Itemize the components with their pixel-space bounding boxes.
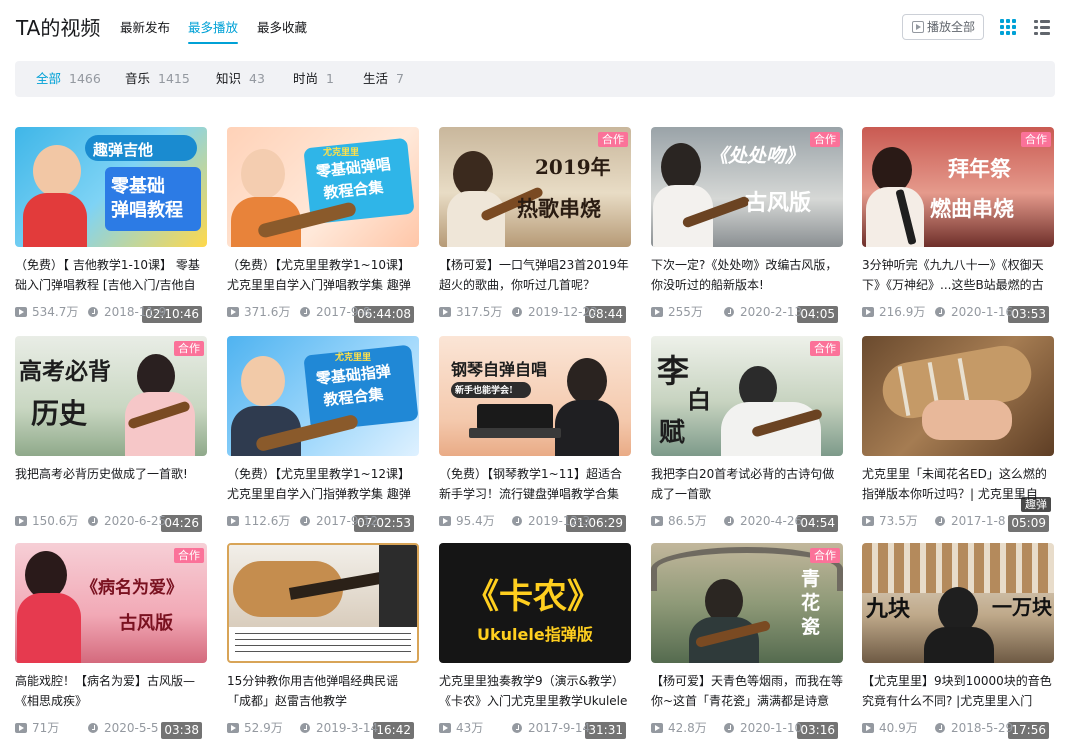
- video-meta: 52.9万 2019-3-14: [227, 719, 419, 737]
- video-meta: 40.9万 2018-5-29: [862, 719, 1054, 737]
- sort-tab-latest[interactable]: 最新发布: [120, 20, 170, 36]
- video-meta: 95.4万 2019-12-3: [439, 512, 631, 530]
- page-title: TA的视频: [16, 16, 101, 40]
- play-count-icon: [15, 307, 27, 317]
- clock-icon: [935, 307, 945, 317]
- play-count-icon: [439, 307, 451, 317]
- video-meta: 42.8万 2020-1-10: [651, 719, 843, 737]
- video-thumbnail[interactable]: 《卡农》 Ukulele指弹版: [439, 543, 631, 663]
- video-card[interactable]: 《卡农》 Ukulele指弹版 31:31 尤克里里独奏教学9（演示&教学）《卡…: [439, 543, 631, 743]
- clock-icon: [88, 307, 98, 317]
- video-meta: 86.5万 2020-4-26: [651, 512, 843, 530]
- grid-view-icon[interactable]: [1000, 19, 1016, 35]
- category-filter-bar: 全部 1466 音乐 1415 知识 43 时尚 1 生活 7: [15, 61, 1055, 97]
- video-title[interactable]: （免费）【尤克里里教学1~10课】尤克里里自学入门弹唱教学集 趣弹: [227, 255, 419, 295]
- video-meta: 371.6万 2017-9-8: [227, 303, 419, 321]
- video-title[interactable]: 高能戏腔！【病名为爱】古风版—《相思成疾》: [15, 671, 207, 711]
- video-thumbnail[interactable]: 趣弹吉他 零基础 弹唱教程: [15, 127, 207, 247]
- filter-life[interactable]: 生活 7: [363, 71, 404, 87]
- clock-icon: [512, 516, 522, 526]
- video-card[interactable]: 高考必背 历史 合作 04:26 我把高考必背历史做成了一首歌! 150.6万 2…: [15, 336, 207, 536]
- video-card[interactable]: 尤克里里 零基础指弹 教程合集 07:02:53 （免费）【尤克里里教学1~12…: [227, 336, 419, 536]
- video-thumbnail[interactable]: 九块 一万块: [862, 543, 1054, 663]
- video-card[interactable]: 拜年祭 燃曲串烧 合作 03:53 3分钟听完《九九八十一》《权御天下》《万神纪…: [862, 127, 1054, 327]
- play-icon: [912, 21, 924, 33]
- collab-tag: 合作: [174, 341, 204, 356]
- video-card[interactable]: 《病名为爱》 古风版 合作 03:38 高能戏腔！【病名为爱】古风版—《相思成疾…: [15, 543, 207, 743]
- clock-icon: [724, 516, 734, 526]
- video-title[interactable]: 尤克里里独奏教学9（演示&教学）《卡农》入门尤克里里教学Ukulele: [439, 671, 631, 711]
- video-title[interactable]: 我把高考必背历史做成了一首歌!: [15, 464, 207, 504]
- clock-icon: [300, 516, 310, 526]
- video-title[interactable]: 【杨可爱】天青色等烟雨，而我在等你~这首「青花瓷」满满都是诗意: [651, 671, 843, 711]
- video-thumbnail[interactable]: 钢琴自弹自唱 新手也能学会!: [439, 336, 631, 456]
- play-count-icon: [227, 307, 239, 317]
- sort-tab-most-favorited[interactable]: 最多收藏: [257, 20, 307, 36]
- play-all-label: 播放全部: [927, 20, 976, 34]
- video-title[interactable]: 我把李白20首考试必背的古诗句做成了一首歌: [651, 464, 843, 504]
- video-title[interactable]: 【尤克里里】9块到10000块的音色究竟有什么不同? |尤克里里入门: [862, 671, 1054, 711]
- video-card[interactable]: 趣弹 05:09 尤克里里「未闻花名ED」这么燃的指弹版本你听过吗？| 尤克里里…: [862, 336, 1054, 536]
- video-card[interactable]: 16:42 15分钟教你用吉他弹唱经典民谣「成都」赵雷吉他教学 52.9万 201…: [227, 543, 419, 743]
- collab-tag: 合作: [810, 132, 840, 147]
- play-count-icon: [439, 516, 451, 526]
- video-title[interactable]: 下次一定?《处处吻》改编古风版，你没听过的船新版本!: [651, 255, 843, 295]
- filter-knowledge[interactable]: 知识 43: [216, 71, 265, 87]
- collab-tag: 合作: [598, 132, 628, 147]
- collab-tag: 合作: [174, 548, 204, 563]
- video-meta: 216.9万 2020-1-16: [862, 303, 1054, 321]
- filter-all[interactable]: 全部 1466: [36, 71, 101, 87]
- video-thumbnail[interactable]: [227, 543, 419, 663]
- clock-icon: [512, 307, 522, 317]
- collab-tag: 合作: [810, 548, 840, 563]
- clock-icon: [88, 516, 98, 526]
- collab-tag: 合作: [1021, 132, 1051, 147]
- filter-fashion[interactable]: 时尚 1: [293, 71, 334, 87]
- video-meta: 43万 2017-9-14: [439, 719, 631, 737]
- sort-tab-most-played[interactable]: 最多播放: [188, 20, 239, 44]
- video-card[interactable]: 尤克里里 零基础弹唱 教程合集 06:44:08 （免费）【尤克里里教学1~10…: [227, 127, 419, 327]
- video-card[interactable]: 九块 一万块 17:56 【尤克里里】9块到10000块的音色究竟有什么不同? …: [862, 543, 1054, 743]
- play-count-icon: [651, 307, 663, 317]
- play-all-button[interactable]: 播放全部: [902, 14, 984, 40]
- play-count-icon: [651, 516, 663, 526]
- video-meta: 150.6万 2020-6-25: [15, 512, 207, 530]
- video-title[interactable]: 3分钟听完《九九八十一》《权御天下》《万神纪》...这些B站最燃的古: [862, 255, 1054, 295]
- video-card[interactable]: 《处处吻》 古风版 合作 04:05 下次一定?《处处吻》改编古风版，你没听过的…: [651, 127, 843, 327]
- video-meta: 255万 2020-2-13: [651, 303, 843, 321]
- filter-music[interactable]: 音乐 1415: [125, 71, 190, 87]
- video-card[interactable]: 2019年 热歌串烧 合作 08:44 【杨可爱】一口气弹唱23首2019年超火…: [439, 127, 631, 327]
- video-title[interactable]: 【杨可爱】一口气弹唱23首2019年超火的歌曲，你听过几首呢？: [439, 255, 631, 295]
- video-thumbnail[interactable]: 尤克里里 零基础指弹 教程合集: [227, 336, 419, 456]
- video-title[interactable]: 尤克里里「未闻花名ED」这么燃的指弹版本你听过吗？| 尤克里里自: [862, 464, 1054, 504]
- video-card[interactable]: 钢琴自弹自唱 新手也能学会! 01:06:29 （免费）【钢琴教学1~11】超适…: [439, 336, 631, 536]
- header: TA的视频 最新发布 最多播放 最多收藏 播放全部: [16, 14, 1056, 44]
- video-title[interactable]: 15分钟教你用吉他弹唱经典民谣「成都」赵雷吉他教学: [227, 671, 419, 711]
- video-meta: 73.5万 2017-1-8: [862, 512, 1054, 530]
- video-card[interactable]: 青花瓷 合作 03:16 【杨可爱】天青色等烟雨，而我在等你~这首「青花瓷」满满…: [651, 543, 843, 743]
- clock-icon: [935, 516, 945, 526]
- collab-tag: 合作: [810, 341, 840, 356]
- play-count-icon: [227, 516, 239, 526]
- video-thumbnail[interactable]: 尤克里里 零基础弹唱 教程合集: [227, 127, 419, 247]
- play-count-icon: [15, 516, 27, 526]
- video-title[interactable]: （免费）【钢琴教学1~11】超适合新手学习！流行键盘弹唱教学合集: [439, 464, 631, 504]
- video-meta: 317.5万 2019-12-22: [439, 303, 631, 321]
- video-meta: 71万 2020-5-5: [15, 719, 207, 737]
- video-title[interactable]: （免费）【 吉他教学1-10课】 零基础入门弹唱教程 [吉他入门/吉他自: [15, 255, 207, 295]
- play-count-icon: [862, 516, 874, 526]
- clock-icon: [724, 307, 734, 317]
- video-card[interactable]: 趣弹吉他 零基础 弹唱教程 02:10:46 （免费）【 吉他教学1-10课】 零…: [15, 127, 207, 327]
- video-card[interactable]: 李 白 赋 合作 04:54 我把李白20首考试必背的古诗句做成了一首歌 86.…: [651, 336, 843, 536]
- video-thumbnail[interactable]: [862, 336, 1054, 456]
- clock-icon: [300, 307, 310, 317]
- video-meta: 112.6万 2017-9-12: [227, 512, 419, 530]
- video-meta: 534.7万 2018-11-9: [15, 303, 207, 321]
- video-title[interactable]: （免费）【尤克里里教学1~12课】尤克里里自学入门指弹教学集 趣弹: [227, 464, 419, 504]
- list-view-icon[interactable]: [1034, 19, 1050, 35]
- play-count-icon: [862, 307, 874, 317]
